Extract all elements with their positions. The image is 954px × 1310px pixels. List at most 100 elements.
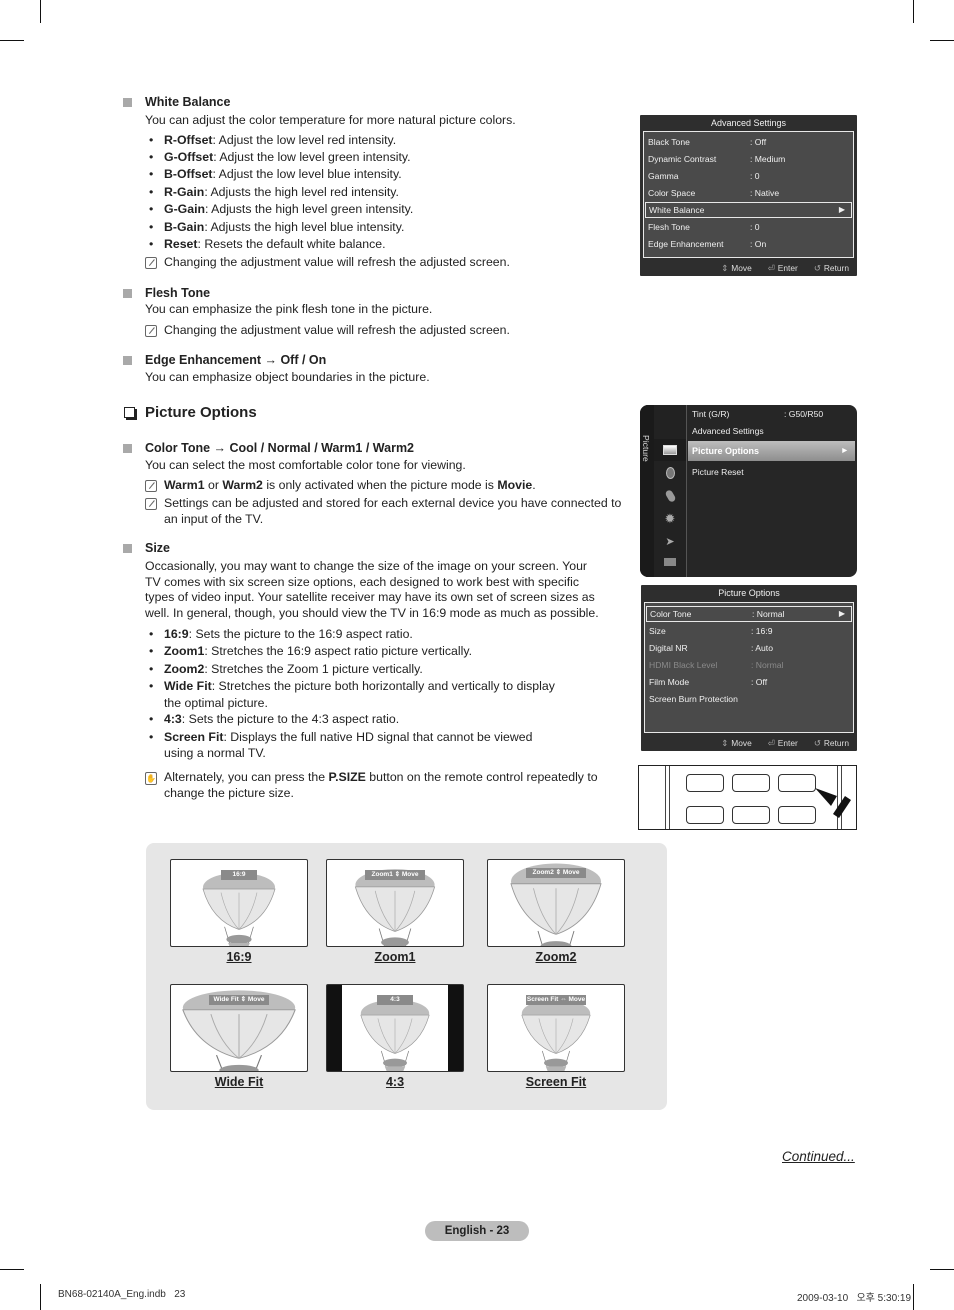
- flesh-tone-section: Flesh Tone You can emphasize the pink fl…: [123, 285, 628, 338]
- list-item: B-Gain: Adjusts the high level blue inte…: [145, 219, 628, 237]
- size-thumbnail: Zoom2 ⇕ Move: [487, 859, 625, 947]
- print-timestamp: 2009-03-10 오후 5:30:19: [797, 1293, 912, 1304]
- osd-row[interactable]: Edge Enhancement: On: [645, 236, 852, 252]
- size-caption: Zoom1: [374, 950, 416, 964]
- osd-row[interactable]: Size: 16:9: [646, 623, 852, 639]
- osd-size-label: Zoom1 ⇕ Move: [365, 870, 425, 880]
- note-icon: [145, 479, 157, 492]
- size-heading: Size: [145, 541, 171, 555]
- edge-enhancement-heading: Edge Enhancement → Off / On: [145, 353, 327, 367]
- list-item: 4:3: Sets the picture to the 4:3 aspect …: [145, 711, 628, 729]
- list-item: G-Offset: Adjust the low level green int…: [145, 149, 628, 167]
- color-tone-heading: Color Tone → Cool / Normal / Warm1 / War…: [145, 441, 415, 455]
- checkbox-bullet-icon: [124, 407, 135, 418]
- osd-row-selected[interactable]: White Balance ▶: [645, 202, 852, 218]
- osd-row[interactable]: Flesh Tone: 0: [645, 219, 852, 235]
- size-caption: Wide Fit: [214, 1075, 264, 1089]
- osd-size-label: Wide Fit ⇕ Move: [209, 995, 269, 1005]
- picture-icon[interactable]: [654, 439, 686, 461]
- move-hint: ⇕ Move: [721, 263, 752, 273]
- note-icon: [145, 324, 157, 337]
- color-tone-desc: You can select the most comfortable colo…: [145, 458, 466, 472]
- remote-control-illustration: [638, 765, 857, 830]
- list-item: Wide Fit: Stretches the picture both hor…: [145, 678, 628, 711]
- osd-row-selected[interactable]: Color Tone: Normal ▶: [646, 606, 852, 622]
- setup-icon[interactable]: ✹: [654, 508, 686, 530]
- osd-row[interactable]: Black Tone: Off: [645, 134, 852, 150]
- osd-row[interactable]: Gamma: 0: [645, 168, 852, 184]
- menu-item-selected[interactable]: Picture Options ▶: [688, 441, 855, 461]
- osd-row[interactable]: Color Space: Native: [645, 185, 852, 201]
- size-thumbnail: 16:9: [170, 859, 308, 947]
- osd-row[interactable]: Film Mode: Off: [646, 674, 852, 690]
- menu-side-label: Picture: [641, 435, 651, 462]
- edge-enhancement-section: Edge Enhancement → Off / On You can emph…: [123, 352, 628, 386]
- picture-options-osd: Picture Options Color Tone: Normal ▶ Size…: [641, 585, 857, 751]
- crop-mark: [930, 40, 954, 41]
- list-item: Reset: Resets the default white balance.: [145, 236, 628, 254]
- note: Settings can be adjusted and stored for …: [123, 496, 628, 527]
- tip: ✋ Alternately, you can press the P.SIZE b…: [145, 770, 598, 800]
- size-thumbnail: Screen Fit ⇔ Move: [487, 984, 625, 1072]
- size-caption: Zoom2: [535, 950, 577, 964]
- osd-row[interactable]: Screen Burn Protection: [646, 691, 852, 707]
- menu-side-bar: Picture: [640, 405, 654, 577]
- osd-footer: ⇕ Move ⏎ Enter ↺ Return: [721, 738, 849, 748]
- osd-size-label: 16:9: [221, 870, 257, 880]
- crop-mark: [913, 0, 914, 23]
- updown-icon: ⇕: [721, 738, 729, 748]
- remote-button: [732, 774, 770, 792]
- list-item: B-Offset: Adjust the low level blue inte…: [145, 166, 628, 184]
- white-balance-list: R-Offset: Adjust the low level red inten…: [123, 132, 628, 254]
- list-item: R-Offset: Adjust the low level red inten…: [145, 132, 628, 150]
- flesh-tone-heading: Flesh Tone: [145, 286, 211, 300]
- crop-mark: [0, 1269, 24, 1270]
- print-file-name: BN68-02140A_Eng.indb 23: [58, 1289, 186, 1300]
- osd-title: Advanced Settings: [710, 118, 787, 128]
- list-item: Zoom1: Stretches the 16:9 aspect ratio p…: [145, 643, 628, 661]
- p-size-button: [778, 774, 816, 792]
- osd-size-label: Screen Fit ⇔ Move: [526, 995, 586, 1005]
- remote-button: [778, 806, 816, 824]
- menu-item[interactable]: Advanced Settings: [692, 423, 764, 439]
- sound-icon[interactable]: [654, 462, 686, 484]
- enter-hint: ⏎ Enter: [767, 738, 798, 748]
- osd-footer: ⇕ Move ⏎ Enter ↺ Return: [721, 263, 849, 273]
- size-list: 16:9: Sets the picture to the 16:9 aspec…: [123, 626, 628, 761]
- white-balance-desc: You can adjust the color temperature for…: [145, 113, 516, 127]
- osd-title: Picture Options: [718, 588, 780, 598]
- menu-item[interactable]: Picture Reset: [692, 464, 744, 480]
- note: Warm1 or Warm2 is only activated when th…: [123, 478, 628, 494]
- page-number-badge: English - 23: [425, 1221, 529, 1241]
- crop-mark: [40, 0, 41, 23]
- menu-icon-column: ✹ ➤: [654, 405, 686, 577]
- return-hint: ↺ Return: [813, 738, 849, 748]
- right-arrow-icon: ▶: [842, 448, 847, 454]
- return-icon: ↺: [813, 738, 821, 748]
- color-tone-section: Color Tone → Cool / Normal / Warm1 / War…: [123, 440, 628, 527]
- picture-options-heading: Picture Options: [123, 403, 257, 423]
- application-icon[interactable]: [654, 551, 686, 573]
- size-caption: 16:9: [226, 950, 252, 964]
- remote-button: [686, 806, 724, 824]
- list-item: Zoom2: Stretches the Zoom 1 picture vert…: [145, 661, 628, 679]
- return-hint: ↺ Return: [813, 263, 849, 273]
- return-icon: ↺: [813, 263, 821, 273]
- size-thumbnail: 4:3: [326, 984, 464, 1072]
- flesh-tone-desc: You can emphasize the pink flesh tone in…: [145, 302, 433, 316]
- enter-icon: ⏎: [767, 263, 775, 273]
- input-icon[interactable]: ➤: [654, 530, 686, 552]
- osd-row[interactable]: Digital NR: Auto: [646, 640, 852, 656]
- updown-icon: ⇕: [721, 263, 729, 273]
- osd-row[interactable]: Dynamic Contrast: Medium: [645, 151, 852, 167]
- remote-button: [732, 806, 770, 824]
- picture-menu-osd: Picture ✹ ➤ Tint (G/R): G50/R50 Advanced…: [640, 405, 857, 577]
- size-caption: Screen Fit: [525, 1075, 587, 1089]
- channel-icon[interactable]: [654, 485, 686, 507]
- menu-item[interactable]: Tint (G/R): G50/R50: [692, 406, 823, 422]
- size-thumbnail: Zoom1 ⇕ Move: [326, 859, 464, 947]
- enter-hint: ⏎ Enter: [767, 263, 798, 273]
- osd-size-label: Zoom2 ⇕ Move: [526, 868, 586, 878]
- osd-row-disabled: HDMI Black Level: Normal: [649, 660, 784, 670]
- list-item: 16:9: Sets the picture to the 16:9 aspec…: [145, 626, 628, 644]
